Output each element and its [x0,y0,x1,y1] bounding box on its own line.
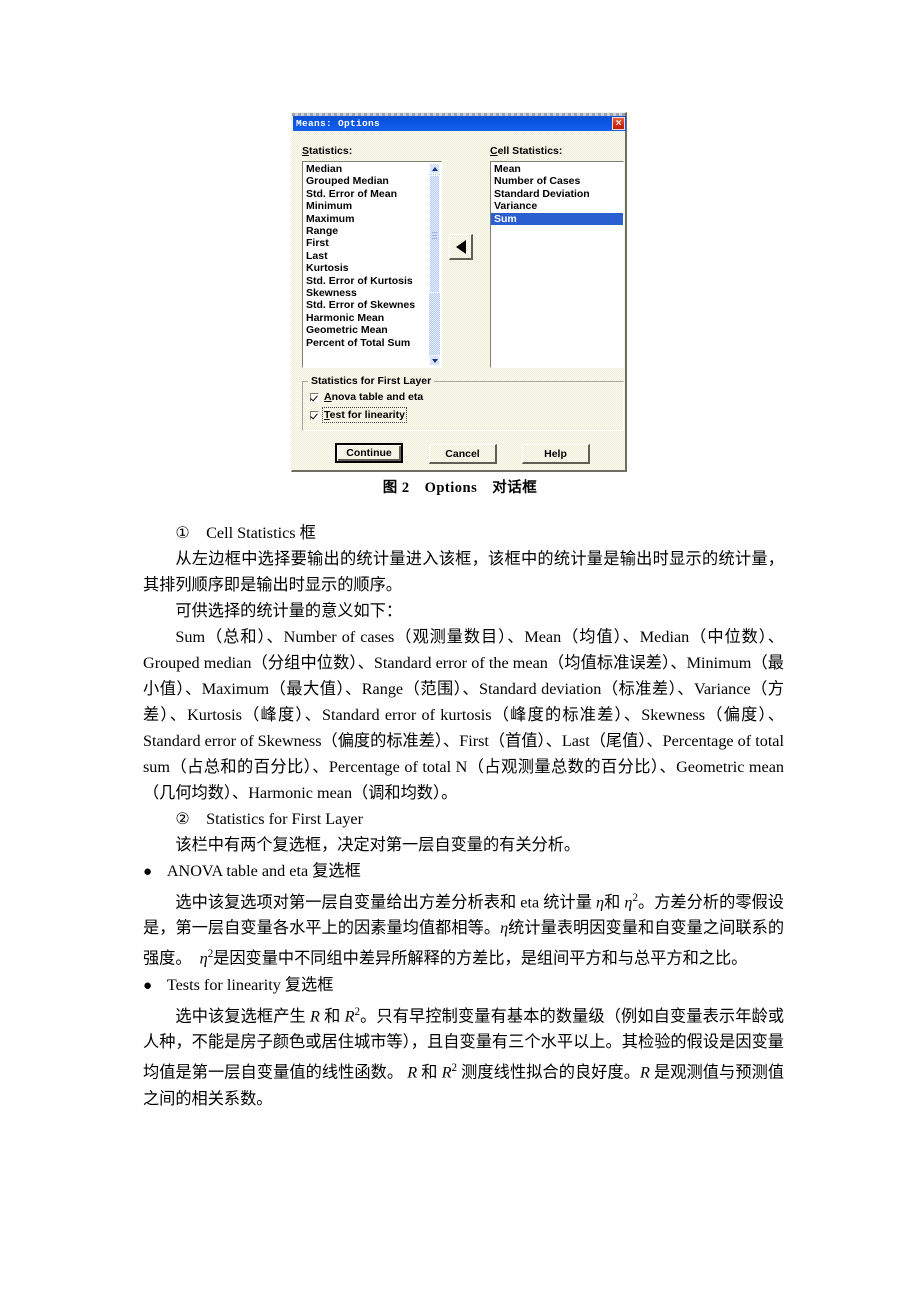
anova-table-and-eta-checkbox-row[interactable]: Anova table and eta [310,391,423,403]
anova-table-and-eta-checkbox[interactable] [310,392,319,402]
cancel-button[interactable]: Cancel [429,444,497,464]
list-item[interactable]: Std. Error of Mean [303,188,441,200]
p5-eta-3: η [500,919,509,938]
cell-statistics-list-label: Cell Statistics: [490,145,562,157]
anova-rest: nova table and eta [331,391,424,403]
anova-accel: A [324,391,332,403]
statistics-first-layer-groupbox: Statistics for First Layer [302,375,624,431]
dialog-title: Means: Options [296,118,381,129]
cell-statistics-label-rest: ell Statistics: [497,145,563,157]
list-item[interactable]: Standard Deviation [491,188,623,200]
document-body: ① Cell Statistics 框 从左边框中选择要输出的统计量进入该框，该… [143,520,784,1112]
p6-r-4: R [441,1063,452,1082]
cell-statistics-listbox[interactable]: Mean Number of Cases Standard Deviation … [490,161,624,368]
figure-caption: 图 2 Options 对话框 [382,480,538,496]
statistics-listbox[interactable]: Median Grouped Median Std. Error of Mean… [302,161,442,368]
p5-b: 和 [604,893,625,912]
paragraph-4: 该栏中有两个复选框，决定对第一层自变量的有关分析。 [175,836,581,854]
list-item[interactable]: Geometric Mean [303,324,441,336]
p6-a: 选中该复选框产生 [175,1007,311,1026]
scroll-up-icon[interactable] [429,163,440,174]
statistics-label-accel: S [302,145,310,157]
test-for-linearity-label: Test for linearity [322,407,407,423]
list-item-selected[interactable]: Sum [491,212,623,226]
move-left-arrow-button[interactable] [449,234,473,260]
statistics-list-label: Statistics: [302,145,352,157]
list-item[interactable]: Number of Cases [491,175,623,187]
groupbox-title: Statistics for First Layer [308,375,435,387]
paragraph-5: 选中该复选项对第一层自变量给出方差分析表和 eta 统计量 η和 η2。方差分析… [143,885,784,972]
p6-r-1: R [310,1007,320,1026]
list-item[interactable]: Percent of Total Sum [303,337,441,349]
list-item[interactable]: Std. Error of Skewnes [303,299,441,311]
paragraph-1: 从左边框中选择要输出的统计量进入该框，该框中的统计量是输出时显示的统计量，其排列… [143,550,784,594]
list-item[interactable]: Kurtosis [303,262,441,274]
paragraph-6: 选中该复选框产生 R 和 R2。只有早控制变量有基本的数量级（例如自变量表示年龄… [143,999,784,1112]
dialog-titlebar[interactable]: Means: Options × [293,116,626,131]
list-item[interactable]: Median [303,163,441,175]
statistics-list: Median Grouped Median Std. Error of Mean… [303,162,441,349]
list-item[interactable]: Std. Error of Kurtosis [303,275,441,287]
bullet-icon: ● [143,864,153,880]
paragraph-3: Sum（总和）、Number of cases（观测量数目）、Mean（均值）、… [143,628,784,802]
heading-statistics-first-layer: ② Statistics for First Layer [175,810,363,828]
p6-b: 和 [319,1007,345,1026]
p6-r-5: R [640,1063,650,1082]
means-options-dialog: Means: Options × Statistics: Median Grou… [291,112,627,472]
p5-a: 选中该复选项对第一层自变量给出方差分析表和 eta 统计量 [175,893,597,912]
bullet-tests-for-linearity: ● Tests for linearity 复选框 [143,972,784,999]
p5-e: 是因变量中不同组中差异所解释的方差比，是组间平方和与总平方和之比。 [213,949,748,968]
list-item[interactable]: Skewness [303,287,441,299]
list-item[interactable]: Grouped Median [303,175,441,187]
p6-r-3: R [407,1063,418,1082]
list-item[interactable]: Last [303,250,441,262]
list-item[interactable]: Mean [491,163,623,175]
bullet-linearity-label: Tests for linearity 复选框 [166,975,334,994]
arrow-left-icon [455,239,466,254]
list-item[interactable]: Harmonic Mean [303,312,441,324]
list-item[interactable]: Range [303,225,441,237]
p6-d: 和 [417,1063,442,1082]
list-item[interactable]: Minimum [303,200,441,212]
cell-statistics-list: Mean Number of Cases Standard Deviation … [491,162,623,226]
continue-button[interactable]: Continue [335,443,403,463]
anova-table-and-eta-label: Anova table and eta [324,391,423,403]
bullet-icon: ● [143,977,153,994]
statistics-list-scrollbar[interactable] [428,162,441,367]
close-icon[interactable]: × [612,117,625,130]
paragraph-2: 可供选择的统计量的意义如下： [175,602,403,620]
linearity-rest: est for linearity [329,409,405,421]
scroll-down-icon[interactable] [429,355,440,366]
list-item[interactable]: Maximum [303,213,441,225]
p5-eta-1: η [596,893,605,912]
list-item[interactable]: Variance [491,200,623,212]
p6-r-2: R [344,1007,355,1026]
help-button[interactable]: Help [522,444,590,464]
heading-cell-statistics: ① Cell Statistics 框 [175,524,316,542]
test-for-linearity-checkbox[interactable] [310,410,319,420]
statistics-label-rest: tatistics: [309,145,353,157]
test-for-linearity-checkbox-row[interactable]: Test for linearity [310,407,407,423]
cell-statistics-label-accel: C [490,145,498,157]
list-item[interactable]: First [303,237,441,249]
bullet-anova-table-and-eta: ● ANOVA table and eta 复选框 [143,858,784,885]
scrollbar-thumb[interactable] [429,175,440,293]
bullet-anova-label: ANOVA table and eta 复选框 [166,862,361,880]
p5-eta-4: η [199,949,208,968]
p6-e: 测度线性拟合的良好度。 [457,1063,641,1082]
